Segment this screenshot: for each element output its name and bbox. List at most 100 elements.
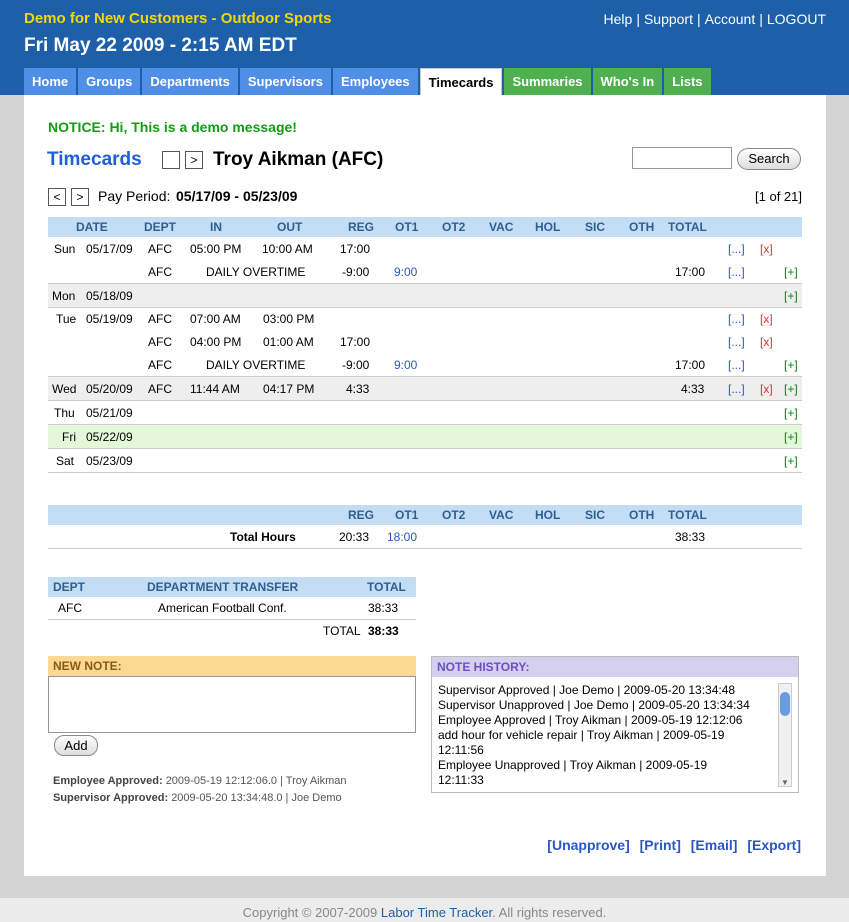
unapprove-link[interactable]: [Unapprove] xyxy=(547,837,629,853)
action-links: [Unapprove] [Print] [Email] [Export] xyxy=(541,837,801,853)
delete-link[interactable]: [x] xyxy=(760,238,773,261)
edit-link[interactable]: [...] xyxy=(728,238,745,261)
note-history-header: NOTE HISTORY: xyxy=(432,657,798,677)
tab-timecards[interactable]: Timecards xyxy=(419,68,503,95)
product-link[interactable]: Labor Time Tracker xyxy=(381,905,492,920)
export-link[interactable]: [Export] xyxy=(747,837,801,853)
brand-title: Demo for New Customers - Outdoor Sports xyxy=(24,10,332,27)
next-employee-button[interactable]: > xyxy=(185,151,203,169)
employee-name: Troy Aikman (AFC) xyxy=(213,149,384,170)
add-note-button[interactable]: Add xyxy=(54,735,98,756)
email-link[interactable]: [Email] xyxy=(691,837,738,853)
edit-link[interactable]: [...] xyxy=(728,331,745,354)
notice-message: NOTICE: Hi, This is a demo message! xyxy=(48,119,297,135)
footer: Copyright © 2007-2009 Labor Time Tracker… xyxy=(0,898,849,922)
col-out: OUT xyxy=(277,220,303,234)
col-total: TOTAL xyxy=(668,508,707,522)
col-dept: DEPT xyxy=(144,220,177,234)
col-hol: HOL xyxy=(535,220,561,234)
col-oth: OTH xyxy=(629,508,655,522)
tab-summaries[interactable]: Summaries xyxy=(504,68,591,95)
col-vac: VAC xyxy=(489,508,514,522)
scroll-down-icon[interactable]: ▼ xyxy=(781,778,789,787)
top-links: Help | Support | Account | LOGOUT xyxy=(603,11,826,27)
col-in: IN xyxy=(210,220,222,234)
col-ot1: OT1 xyxy=(395,220,419,234)
add-entry-link[interactable]: [+] xyxy=(784,284,798,308)
note-history-scrollbar[interactable]: ▼ xyxy=(778,683,792,787)
col-total: TOTAL xyxy=(668,220,707,234)
table-row: Thu 05/21/09 [+] xyxy=(48,401,802,425)
tab-departments[interactable]: Departments xyxy=(142,68,238,95)
col-ot2: OT2 xyxy=(442,508,466,522)
col-ot2: OT2 xyxy=(442,220,466,234)
select-checkbox[interactable] xyxy=(162,151,180,169)
header: Demo for New Customers - Outdoor Sports … xyxy=(0,0,849,95)
table-row: AFC DAILY OVERTIME -9:00 9:00 17:00 [...… xyxy=(48,354,802,377)
col-reg: REG xyxy=(348,220,375,234)
tab-employees[interactable]: Employees xyxy=(332,68,418,95)
col-sic: SIC xyxy=(585,508,606,522)
edit-link[interactable]: [...] xyxy=(728,377,745,401)
tab-whos-in[interactable]: Who's In xyxy=(592,68,663,95)
account-link[interactable]: Account xyxy=(705,11,756,27)
table-row: Sat 05/23/09 [+] xyxy=(48,449,802,473)
col-date: DATE xyxy=(76,220,108,234)
table-row: Tue 05/19/09 AFC 07:00 AM 03:00 PM [...]… xyxy=(48,308,802,331)
logout-link[interactable]: LOGOUT xyxy=(767,11,826,27)
next-period-button[interactable]: > xyxy=(71,188,89,206)
supervisor-approval: Supervisor Approved: 2009-05-20 13:34:48… xyxy=(53,792,342,804)
main-tabs: Home Groups Departments Supervisors Empl… xyxy=(24,68,713,95)
table-row: Wed 05/20/09 AFC 11:44 AM 04:17 PM 4:33 … xyxy=(48,377,802,401)
dept-total-row: TOTAL 38:33 xyxy=(323,624,399,638)
col-oth: OTH xyxy=(629,220,655,234)
totals-row: Total Hours 20:33 18:00 38:33 xyxy=(48,526,802,549)
search-button[interactable]: Search xyxy=(737,148,801,170)
edit-link[interactable]: [...] xyxy=(728,261,745,284)
tab-supervisors[interactable]: Supervisors xyxy=(239,68,331,95)
note-history-panel: NOTE HISTORY: Supervisor Approved | Joe … xyxy=(431,656,799,793)
pay-period-label: Pay Period: xyxy=(98,188,171,204)
add-entry-link[interactable]: [+] xyxy=(784,401,798,425)
scroll-thumb[interactable] xyxy=(780,692,790,716)
current-datetime: Fri May 22 2009 - 2:15 AM EDT xyxy=(24,35,297,56)
col-vac: VAC xyxy=(489,220,514,234)
table-row-today: Fri 05/22/09 [+] xyxy=(48,425,802,449)
employee-approval: Employee Approved: 2009-05-19 12:12:06.0… xyxy=(53,775,347,787)
edit-link[interactable]: [...] xyxy=(728,354,745,377)
dept-row: AFC American Football Conf. 38:33 xyxy=(48,597,416,620)
table-row: Mon 05/18/09 [+] xyxy=(48,284,802,308)
help-link[interactable]: Help xyxy=(604,11,633,27)
prev-period-button[interactable]: < xyxy=(48,188,66,206)
new-note-textarea[interactable] xyxy=(48,676,416,733)
new-note-header: NEW NOTE: xyxy=(48,656,416,676)
pay-period-value: 05/17/09 - 05/23/09 xyxy=(176,188,298,204)
table-row: AFC DAILY OVERTIME -9:00 9:00 17:00 [...… xyxy=(48,261,802,284)
delete-link[interactable]: [x] xyxy=(760,331,773,354)
add-entry-link[interactable]: [+] xyxy=(784,449,798,473)
col-sic: SIC xyxy=(585,220,606,234)
search-input[interactable] xyxy=(632,147,732,169)
col-reg: REG xyxy=(348,508,375,522)
col-ot1: OT1 xyxy=(395,508,419,522)
delete-link[interactable]: [x] xyxy=(760,308,773,331)
print-link[interactable]: [Print] xyxy=(640,837,681,853)
add-entry-link[interactable]: [+] xyxy=(784,425,798,449)
tab-lists[interactable]: Lists xyxy=(664,68,711,95)
main-content: NOTICE: Hi, This is a demo message! Time… xyxy=(24,95,826,876)
add-entry-link[interactable]: [+] xyxy=(784,377,798,401)
page-indicator: [1 of 21] xyxy=(755,189,802,204)
totals-table-header: REG OT1 OT2 VAC HOL SIC OTH TOTAL xyxy=(48,505,802,525)
delete-link[interactable]: [x] xyxy=(760,377,773,401)
tab-groups[interactable]: Groups xyxy=(78,68,141,95)
add-entry-link[interactable]: [+] xyxy=(784,354,798,377)
dept-table-header: DEPT DEPARTMENT TRANSFER TOTAL xyxy=(48,577,416,597)
add-entry-link[interactable]: [+] xyxy=(784,261,798,284)
support-link[interactable]: Support xyxy=(644,11,693,27)
edit-link[interactable]: [...] xyxy=(728,308,745,331)
page-title: Timecards xyxy=(47,149,142,170)
col-hol: HOL xyxy=(535,508,561,522)
note-history-list: Supervisor Approved | Joe Demo | 2009-05… xyxy=(438,683,750,787)
tab-home[interactable]: Home xyxy=(24,68,77,95)
table-row: Sun 05/17/09 AFC 05:00 PM 10:00 AM 17:00… xyxy=(48,238,802,261)
